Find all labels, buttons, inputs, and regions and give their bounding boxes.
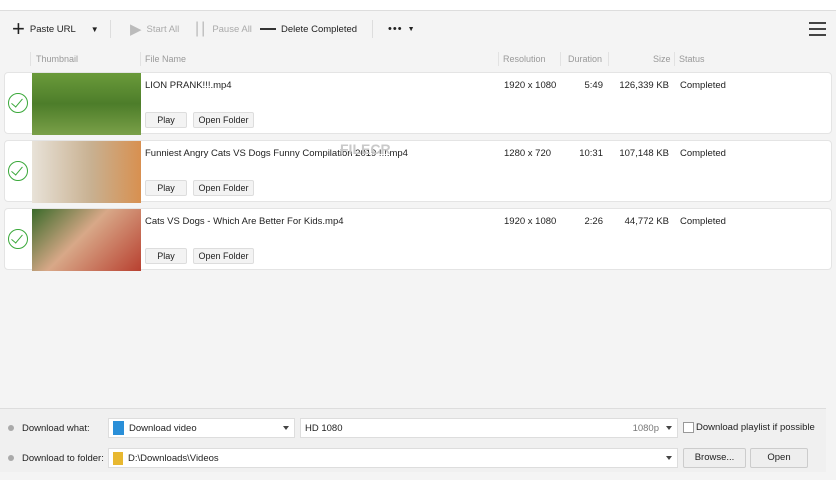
video-thumbnail [32, 73, 141, 135]
start-all-button[interactable]: ▶ Start All [130, 11, 179, 47]
playlist-checkbox[interactable]: Download playlist if possible [683, 422, 815, 433]
play-icon: ▶ [130, 21, 142, 38]
file-name: Cats VS Dogs - Which Are Better For Kids… [145, 216, 344, 227]
completed-check-icon [8, 229, 28, 249]
download-what-select[interactable]: Download video [108, 418, 295, 438]
app-window: + Paste URL ▼ ▶ Start All || Pause All D… [0, 10, 836, 480]
play-button[interactable]: Play [145, 248, 187, 264]
quality-select[interactable]: HD 1080 1080p [300, 418, 678, 438]
status: Completed [680, 148, 726, 159]
video-thumbnail [32, 141, 141, 203]
duration: 2:26 [584, 216, 604, 227]
file-name: LION PRANK!!!.mp4 [145, 80, 232, 91]
bottom-panel: Download what: Download video HD 1080 10… [0, 408, 826, 472]
status: Completed [680, 216, 726, 227]
duration: 10:31 [579, 148, 603, 159]
resolution: 1920 x 1080 [504, 80, 557, 91]
dropdown-icon[interactable]: ▼ [91, 25, 99, 34]
minus-icon [260, 28, 276, 30]
play-button[interactable]: Play [145, 180, 187, 196]
folder-select[interactable]: D:\Downloads\Videos [108, 448, 678, 468]
column-header: Thumbnail File Name Resolution Duration … [0, 51, 836, 67]
col-duration[interactable]: Duration [568, 54, 602, 64]
paste-url-button[interactable]: + Paste URL ▼ [12, 11, 99, 47]
size: 44,772 KB [624, 216, 669, 227]
more-menu-button[interactable]: ••• ▼ [388, 11, 415, 47]
open-folder-button[interactable]: Open Folder [193, 180, 254, 196]
open-folder-button[interactable]: Open Folder [193, 112, 254, 128]
film-icon [113, 421, 124, 435]
folder-label: Download to folder: [22, 453, 104, 464]
col-file-name[interactable]: File Name [145, 54, 186, 64]
download-row[interactable]: LION PRANK!!!.mp4 Play Open Folder 1920 … [4, 72, 832, 135]
browse-button[interactable]: Browse... [683, 448, 746, 468]
hamburger-menu-icon[interactable] [809, 11, 826, 47]
col-thumbnail[interactable]: Thumbnail [36, 54, 78, 64]
download-what-label: Download what: [22, 423, 90, 434]
size: 107,148 KB [619, 148, 669, 159]
play-button[interactable]: Play [145, 112, 187, 128]
folder-icon [113, 451, 123, 465]
col-resolution[interactable]: Resolution [503, 54, 546, 64]
dropdown-icon: ▼ [407, 25, 415, 33]
video-thumbnail [32, 209, 141, 271]
duration: 5:49 [584, 80, 604, 91]
open-folder-button[interactable]: Open Folder [193, 248, 254, 264]
status: Completed [680, 80, 726, 91]
col-size[interactable]: Size [653, 54, 671, 64]
plus-icon: + [12, 16, 25, 41]
download-row[interactable]: Cats VS Dogs - Which Are Better For Kids… [4, 208, 832, 271]
size: 126,339 KB [619, 80, 669, 91]
completed-check-icon [8, 93, 28, 113]
toolbar: + Paste URL ▼ ▶ Start All || Pause All D… [0, 11, 836, 47]
resolution: 1920 x 1080 [504, 216, 557, 227]
resolution: 1280 x 720 [504, 148, 552, 159]
completed-check-icon [8, 161, 28, 181]
pause-all-button[interactable]: || Pause All [195, 11, 252, 47]
col-status[interactable]: Status [679, 54, 705, 64]
download-row[interactable]: Funniest Angry Cats VS Dogs Funny Compil… [4, 140, 832, 203]
delete-completed-button[interactable]: Delete Completed [260, 11, 357, 47]
pause-icon: || [195, 20, 208, 37]
watermark-logo: FILECR [340, 141, 391, 157]
open-button[interactable]: Open [750, 448, 808, 468]
